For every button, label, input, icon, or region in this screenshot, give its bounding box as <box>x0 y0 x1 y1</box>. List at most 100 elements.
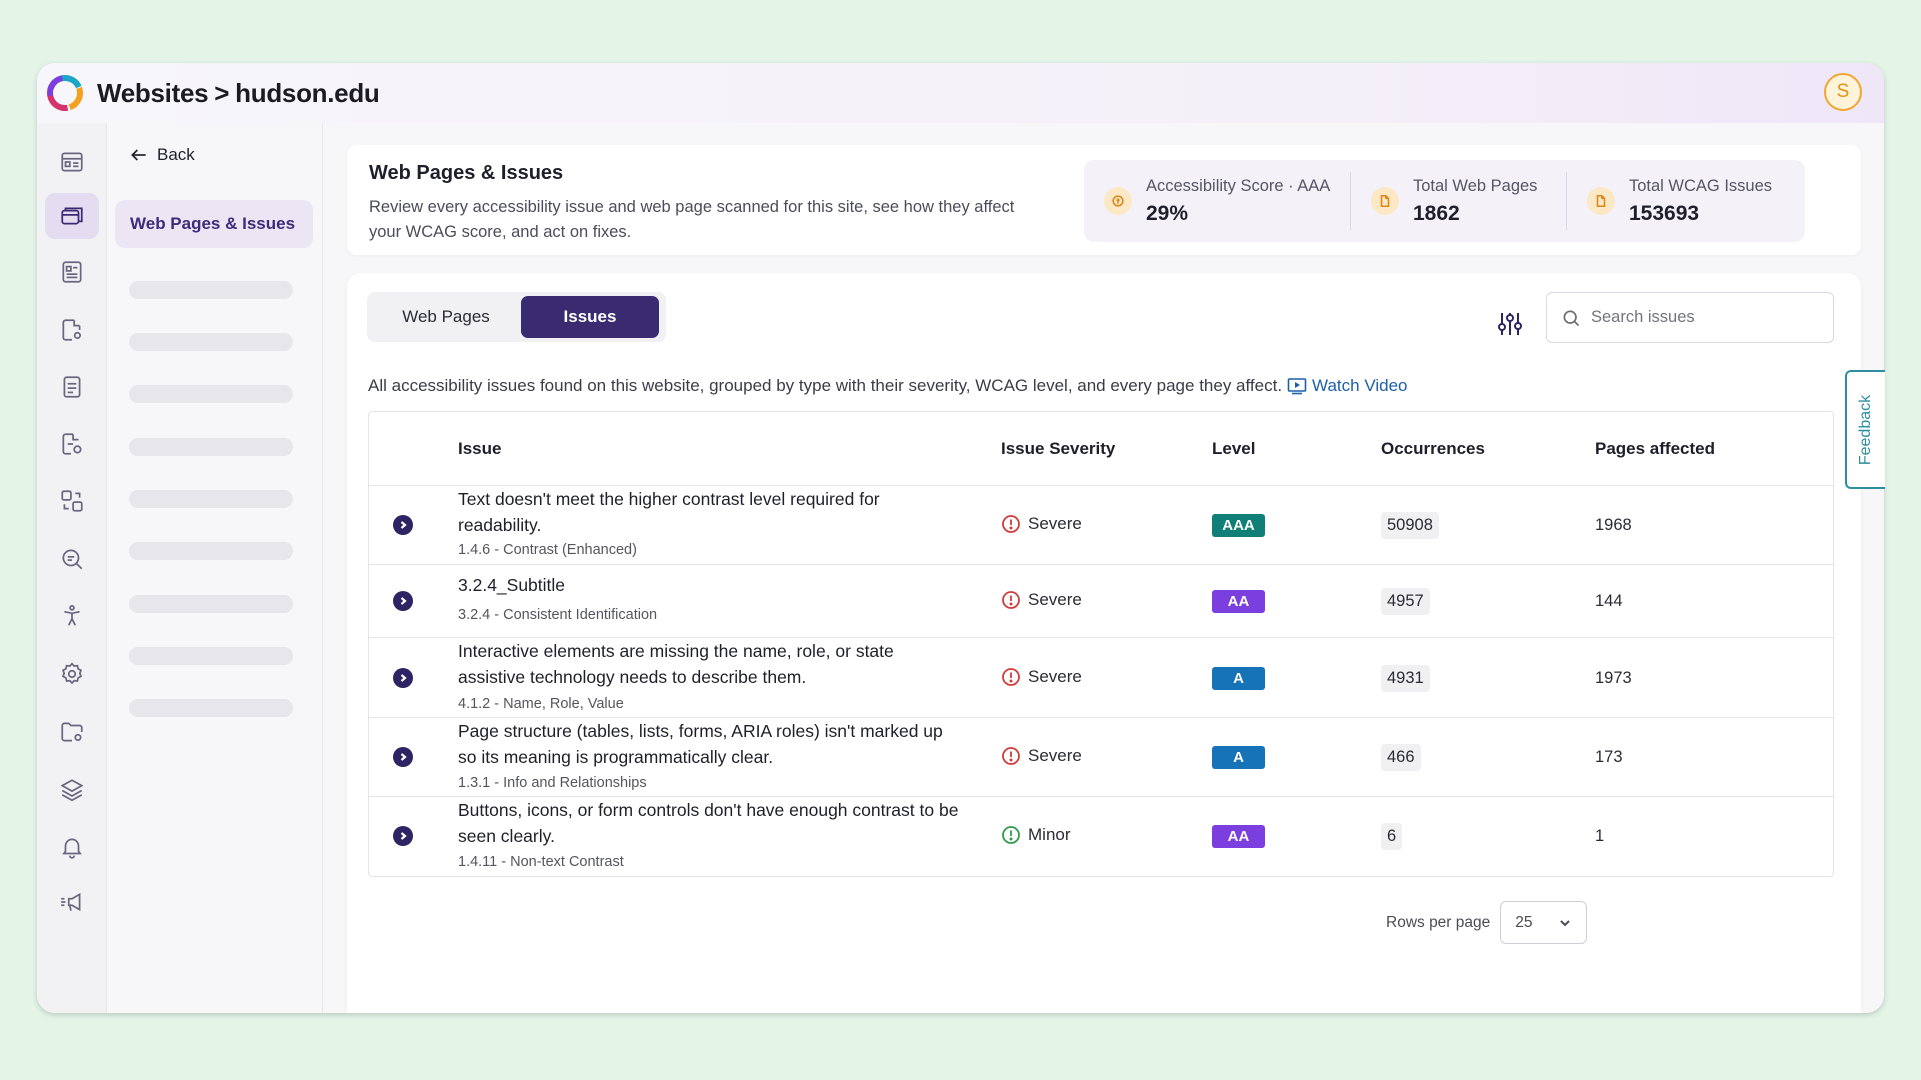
occurrences-count: 6 <box>1381 823 1403 850</box>
expand-row-icon[interactable] <box>393 515 413 535</box>
file-icon <box>1587 187 1615 215</box>
watch-video-link[interactable]: Watch Video <box>1287 376 1408 396</box>
skeleton-placeholder <box>129 385 293 403</box>
issue-title: Text doesn't meet the higher contrast le… <box>458 489 880 535</box>
severity-label: Severe <box>1028 746 1082 765</box>
level-badge: AAA <box>1212 514 1265 537</box>
stat-total-wcag-issues: Total WCAG Issues 153693 <box>1566 172 1803 230</box>
rail-document-settings-icon[interactable] <box>45 307 99 353</box>
issue-title: Interactive elements are missing the nam… <box>458 641 894 687</box>
severity-cell: Severe <box>1001 746 1082 766</box>
filter-sliders-icon[interactable] <box>1493 307 1527 341</box>
user-avatar[interactable]: S <box>1824 73 1862 111</box>
level-badge: AA <box>1212 590 1265 613</box>
rail-compare-icon[interactable] <box>45 478 99 524</box>
rows-per-page-value: 25 <box>1515 913 1533 931</box>
issue-title: Page structure (tables, lists, forms, AR… <box>458 721 943 767</box>
stat-label: Total Web Pages <box>1413 176 1538 195</box>
tab-web-pages[interactable]: Web Pages <box>371 296 521 338</box>
video-icon <box>1287 378 1307 395</box>
chevron-down-icon <box>1560 919 1570 926</box>
breadcrumb: Websites > hudson.edu <box>97 78 380 109</box>
breadcrumb-site: hudson.edu <box>235 77 380 108</box>
column-header-pages-affected[interactable]: Pages affected <box>1595 439 1715 459</box>
stat-label: Accessibility Score · AAA <box>1146 176 1331 195</box>
column-header-level[interactable]: Level <box>1212 439 1255 459</box>
rows-per-page-select[interactable]: 25 <box>1500 901 1588 944</box>
rail-announcements-icon[interactable] <box>45 879 99 925</box>
rail-accessibility-icon[interactable] <box>45 593 99 639</box>
app-logo <box>47 75 83 111</box>
file-icon <box>1371 187 1399 215</box>
alert-icon <box>1002 747 1020 765</box>
stats-panel: Accessibility Score · AAA 29% Total Web P… <box>1084 160 1805 242</box>
skeleton-placeholder <box>129 281 293 299</box>
main-content: Web Pages & Issues Review every accessib… <box>323 123 1884 1013</box>
rail-websites-icon[interactable] <box>45 193 99 239</box>
rail-reports-icon[interactable] <box>45 249 99 295</box>
app-window: Websites > hudson.edu S Back Web Pages & I… <box>37 63 1884 1013</box>
pages-affected-count: 1 <box>1595 827 1605 845</box>
issue-title: Buttons, icons, or form controls don't h… <box>458 800 959 846</box>
stat-label: Total WCAG Issues <box>1629 176 1773 195</box>
expand-row-icon[interactable] <box>393 747 413 767</box>
sub-navigation: Back Web Pages & Issues <box>107 123 323 1013</box>
column-header-severity[interactable]: Issue Severity <box>1001 439 1115 459</box>
watch-video-label: Watch Video <box>1312 376 1408 395</box>
expand-row-icon[interactable] <box>393 591 413 611</box>
expand-row-icon[interactable] <box>393 826 413 846</box>
rail-folder-settings-icon[interactable] <box>45 709 99 755</box>
table-row[interactable]: Page structure (tables, lists, forms, AR… <box>369 718 1833 797</box>
pages-affected-count: 1973 <box>1595 669 1632 687</box>
rail-dashboard-icon[interactable] <box>45 139 99 185</box>
stat-value: 153693 <box>1629 201 1700 225</box>
rail-document-scan-icon[interactable] <box>45 421 99 467</box>
stat-value: 1862 <box>1413 201 1460 225</box>
pages-affected-count: 1968 <box>1595 516 1632 534</box>
stat-accessibility-score: Accessibility Score · AAA 29% <box>1084 172 1350 230</box>
search-input[interactable] <box>1591 308 1821 327</box>
breadcrumb-websites[interactable]: Websites <box>97 78 209 108</box>
column-header-occurrences[interactable]: Occurrences <box>1381 439 1485 459</box>
pagination: Rows per page 25 <box>1386 901 1588 944</box>
feedback-label: Feedback <box>1857 394 1875 465</box>
search-box[interactable] <box>1546 292 1834 343</box>
severity-cell: Severe <box>1001 514 1082 534</box>
top-bar: Websites > hudson.edu S <box>37 63 1884 123</box>
occurrences-count: 4931 <box>1381 665 1430 692</box>
pages-affected-count: 144 <box>1595 592 1623 610</box>
arrow-left-icon <box>131 149 146 161</box>
rail-document-icon[interactable] <box>45 364 99 410</box>
page-title: Web Pages & Issues <box>369 162 564 184</box>
table-row[interactable]: Interactive elements are missing the nam… <box>369 638 1833 718</box>
severity-label: Severe <box>1028 514 1082 533</box>
skeleton-placeholder <box>129 438 293 456</box>
skeleton-placeholder <box>129 542 293 560</box>
expand-row-icon[interactable] <box>393 668 413 688</box>
issue-criterion: 1.4.11 - Non-text Contrast <box>458 854 624 870</box>
rail-layers-icon[interactable] <box>45 767 99 813</box>
skeleton-placeholder <box>129 333 293 351</box>
tab-issues[interactable]: Issues <box>521 296 659 338</box>
table-row[interactable]: Buttons, icons, or form controls don't h… <box>369 797 1833 876</box>
stat-total-web-pages: Total Web Pages 1862 <box>1350 172 1566 230</box>
info-circle-icon <box>1002 826 1020 844</box>
subnav-item-web-pages-issues[interactable]: Web Pages & Issues <box>115 200 313 248</box>
table-row[interactable]: 3.2.4_Subtitle 3.2.4 - Consistent Identi… <box>369 565 1833 638</box>
issue-criterion: 4.1.2 - Name, Role, Value <box>458 696 624 712</box>
skeleton-placeholder <box>129 699 293 717</box>
rail-settings-icon[interactable] <box>45 651 99 697</box>
pages-affected-count: 173 <box>1595 748 1623 766</box>
skeleton-placeholder <box>129 595 293 613</box>
level-badge: AA <box>1212 825 1265 848</box>
table-row[interactable]: Text doesn't meet the higher contrast le… <box>369 486 1833 565</box>
back-label: Back <box>157 145 195 164</box>
rail-notifications-icon[interactable] <box>45 824 99 870</box>
feedback-tab[interactable]: Feedback <box>1845 370 1885 489</box>
rail-search-icon[interactable] <box>45 536 99 582</box>
back-button[interactable]: Back <box>129 145 195 165</box>
column-header-issue[interactable]: Issue <box>458 439 501 459</box>
occurrences-count: 4957 <box>1381 588 1430 615</box>
score-icon <box>1104 187 1132 215</box>
issue-title: 3.2.4_Subtitle <box>458 575 566 595</box>
